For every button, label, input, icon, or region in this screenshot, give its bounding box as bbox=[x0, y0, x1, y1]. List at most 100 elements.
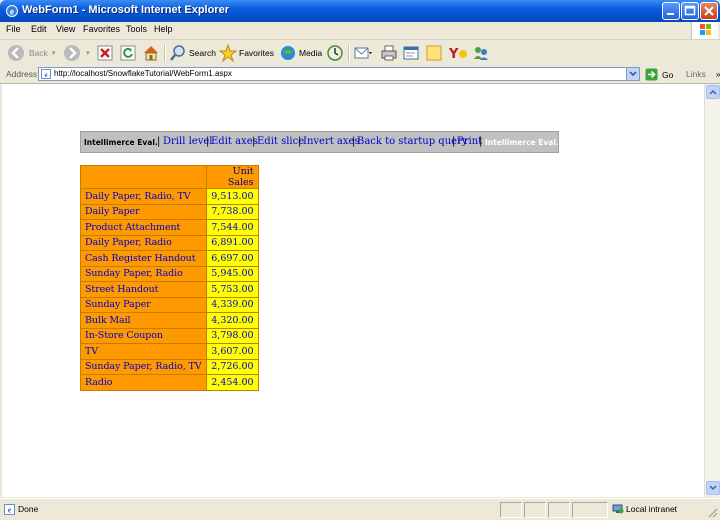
table-row: TV 3,607.00 bbox=[80, 343, 259, 360]
menu-help[interactable]: Help bbox=[154, 24, 173, 34]
vertical-scrollbar[interactable] bbox=[704, 84, 720, 497]
scroll-down-button[interactable] bbox=[706, 481, 720, 495]
address-input[interactable]: e http://localhost/SnowflakeTutorial/Web… bbox=[38, 67, 640, 81]
row-value: 4,339.00 bbox=[205, 296, 259, 313]
address-label: Address bbox=[6, 69, 38, 79]
security-zone-text: Local intranet bbox=[626, 504, 678, 514]
row-value: 5,753.00 bbox=[205, 281, 259, 298]
maximize-icon bbox=[684, 5, 696, 16]
table-row: Sunday Paper, Radio, TV 2,726.00 bbox=[80, 358, 259, 375]
scroll-up-button[interactable] bbox=[706, 85, 720, 99]
unit-sales-table: Unit Sales Daily Paper, Radio, TV 9,513.0… bbox=[80, 165, 259, 391]
row-label[interactable]: Street Handout bbox=[80, 281, 207, 298]
row-label[interactable]: Daily Paper, Radio, TV bbox=[80, 188, 207, 205]
menu-tools[interactable]: Tools bbox=[126, 24, 147, 34]
row-value: 5,945.00 bbox=[205, 265, 259, 282]
media-button[interactable]: Media bbox=[279, 42, 322, 64]
mail-button[interactable] bbox=[353, 42, 373, 64]
table-row: Sunday Paper 4,339.00 bbox=[80, 296, 259, 313]
forward-button[interactable]: ▾ bbox=[62, 42, 90, 64]
table-row: Daily Paper 7,738.00 bbox=[80, 203, 259, 220]
menu-file[interactable]: File bbox=[6, 24, 21, 34]
research-button[interactable] bbox=[472, 42, 490, 64]
row-value: 6,891.00 bbox=[205, 234, 259, 251]
history-button[interactable] bbox=[326, 42, 344, 64]
row-label[interactable]: Daily Paper bbox=[80, 203, 207, 220]
row-value: 4,320.00 bbox=[205, 312, 259, 329]
chevron-down-icon bbox=[629, 71, 637, 77]
back-button[interactable]: Back ▾ bbox=[6, 42, 55, 64]
title-bar[interactable]: e WebForm1 - Microsoft Internet Explorer bbox=[0, 0, 720, 22]
search-button[interactable]: Search bbox=[169, 42, 216, 64]
back-dropdown-icon[interactable]: ▾ bbox=[52, 49, 56, 57]
table-row: Daily Paper, Radio 6,891.00 bbox=[80, 234, 259, 251]
stop-button[interactable] bbox=[96, 42, 114, 64]
row-label[interactable]: TV bbox=[80, 343, 207, 360]
close-icon bbox=[704, 6, 714, 16]
row-value: 7,738.00 bbox=[205, 203, 259, 220]
edit-axes-link[interactable]: Edit axes bbox=[211, 136, 258, 147]
edit-icon bbox=[403, 46, 419, 60]
toolbar-separator bbox=[164, 44, 166, 62]
row-value: 6,697.00 bbox=[205, 250, 259, 267]
favorites-button[interactable]: Favorites bbox=[219, 42, 274, 64]
maximize-button[interactable] bbox=[681, 2, 699, 20]
svg-text:Y: Y bbox=[448, 47, 459, 62]
address-bar: Address e http://localhost/SnowflakeTuto… bbox=[0, 66, 720, 84]
yahoo-icon: Y bbox=[448, 47, 467, 62]
resize-grip-icon[interactable] bbox=[706, 506, 718, 518]
row-label[interactable]: Cash Register Handout bbox=[80, 250, 207, 267]
edit-button[interactable] bbox=[402, 42, 420, 64]
status-pane bbox=[500, 502, 522, 518]
table-row: Radio 2,454.00 bbox=[80, 374, 259, 391]
header-unit-sales: Unit Sales bbox=[205, 165, 259, 189]
ie-icon: e bbox=[6, 5, 18, 17]
table-header-row: Unit Sales bbox=[80, 165, 259, 189]
people-icon bbox=[474, 47, 488, 60]
row-value: 7,544.00 bbox=[205, 219, 259, 236]
row-value: 2,454.00 bbox=[205, 374, 259, 391]
window-title: WebForm1 - Microsoft Internet Explorer bbox=[22, 4, 229, 16]
forward-dropdown-icon[interactable]: ▾ bbox=[86, 49, 90, 57]
windows-logo-icon bbox=[691, 22, 718, 39]
media-icon bbox=[281, 46, 295, 60]
page-icon: e bbox=[41, 69, 51, 79]
row-label[interactable]: Daily Paper, Radio bbox=[80, 234, 207, 251]
row-label[interactable]: Product Attachment bbox=[80, 219, 207, 236]
row-value: 2,726.00 bbox=[205, 358, 259, 375]
close-button[interactable] bbox=[700, 2, 718, 20]
go-button[interactable]: Go bbox=[645, 68, 673, 81]
chevron-down-icon bbox=[709, 485, 717, 491]
refresh-icon bbox=[120, 45, 136, 61]
toolbar-separator bbox=[348, 44, 350, 62]
table-row: In-Store Coupon 3,798.00 bbox=[80, 327, 259, 344]
minimize-icon bbox=[667, 13, 674, 15]
status-text: Done bbox=[18, 504, 39, 514]
refresh-button[interactable] bbox=[119, 42, 137, 64]
brand-label-right: Intellimerce Eval. bbox=[485, 138, 559, 147]
standard-toolbar: Back ▾ ▾ Search Favorites Media Y bbox=[0, 40, 720, 67]
status-pane bbox=[548, 502, 570, 518]
home-icon bbox=[144, 46, 158, 61]
home-button[interactable] bbox=[142, 42, 160, 64]
row-label[interactable]: In-Store Coupon bbox=[80, 327, 207, 344]
menu-edit[interactable]: Edit bbox=[31, 24, 47, 34]
olap-toolbar: Intellimerce Eval. | Drill level | Edit … bbox=[80, 131, 559, 153]
menu-favorites[interactable]: Favorites bbox=[83, 24, 120, 34]
menu-view[interactable]: View bbox=[56, 24, 75, 34]
address-dropdown-button[interactable] bbox=[626, 68, 639, 80]
row-label[interactable]: Bulk Mail bbox=[80, 312, 207, 329]
favorites-star-icon bbox=[219, 44, 237, 62]
row-label[interactable]: Radio bbox=[80, 374, 207, 391]
messenger-button[interactable]: Y bbox=[448, 42, 468, 64]
minimize-button[interactable] bbox=[662, 2, 680, 20]
brand-label: Intellimerce Eval. bbox=[84, 138, 158, 147]
row-label[interactable]: Sunday Paper, Radio, TV bbox=[80, 358, 207, 375]
back-to-startup-link[interactable]: Back to startup query bbox=[357, 136, 468, 147]
row-label[interactable]: Sunday Paper bbox=[80, 296, 207, 313]
history-icon bbox=[327, 45, 343, 61]
row-label[interactable]: Sunday Paper, Radio bbox=[80, 265, 207, 282]
discuss-button[interactable] bbox=[425, 42, 443, 64]
print-button[interactable] bbox=[380, 42, 398, 64]
links-toolbar[interactable]: Links» bbox=[686, 69, 720, 79]
